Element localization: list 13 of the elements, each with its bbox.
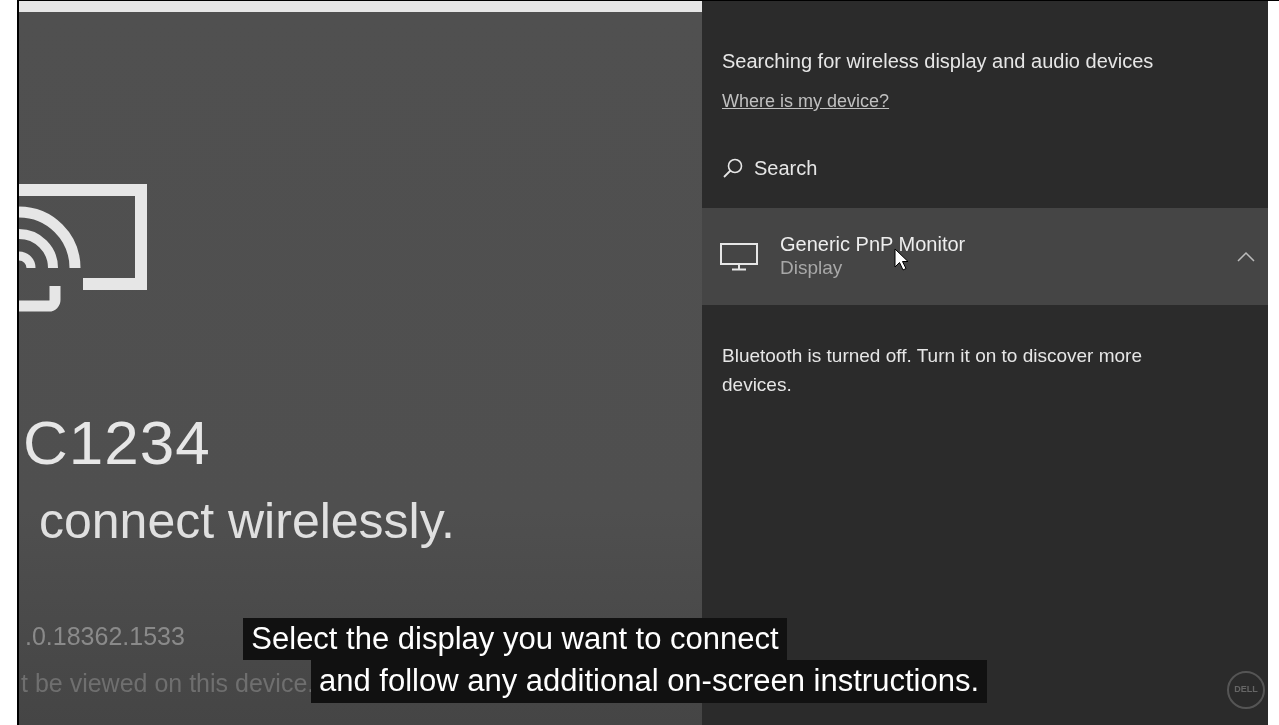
instruction-text: connect wirelessly. <box>39 496 456 546</box>
device-name: Generic PnP Monitor <box>780 232 966 257</box>
logo-icon: DELL <box>1227 671 1265 709</box>
monitor-icon <box>720 242 758 271</box>
help-link[interactable]: Where is my device? <box>722 91 890 111</box>
device-item[interactable]: Generic PnP Monitor Display <box>702 208 1268 305</box>
status-text: Searching for wireless display and audio devices <box>722 49 1155 74</box>
device-type: Display <box>780 256 843 281</box>
device-code: C1234 <box>23 412 212 474</box>
version-text: .0.18362.1533 <box>25 624 185 649</box>
search-button[interactable]: Search <box>722 153 818 183</box>
search-icon <box>722 157 744 179</box>
bluetooth-note: Bluetooth is turned off. Turn it on to discover more devices. <box>722 344 1143 398</box>
